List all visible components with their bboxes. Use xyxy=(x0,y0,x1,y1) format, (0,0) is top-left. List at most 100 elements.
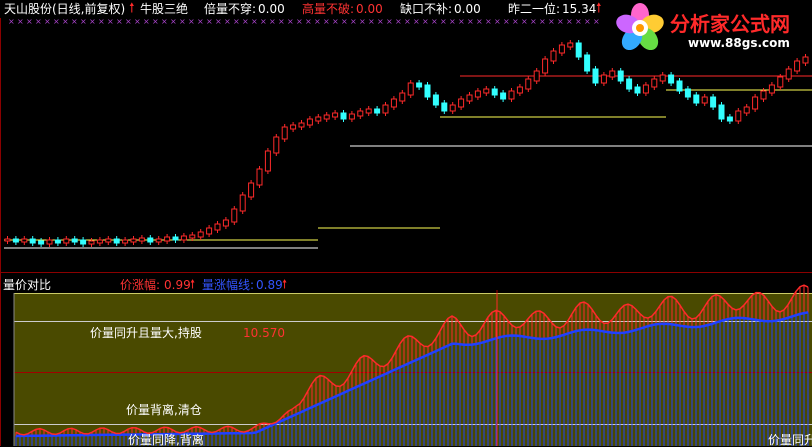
x-mark: × xyxy=(512,17,519,26)
x-mark: × xyxy=(152,17,159,26)
x-mark: × xyxy=(71,17,78,26)
candle-body xyxy=(88,240,95,245)
x-mark: × xyxy=(98,17,105,26)
candle-body xyxy=(172,236,179,241)
candle-body xyxy=(155,238,162,243)
candle-body xyxy=(474,90,481,98)
candle-body xyxy=(726,116,733,122)
candle-body xyxy=(718,104,725,120)
x-mark: × xyxy=(440,17,447,26)
note-hold: 价量同升且量大,持股 xyxy=(90,326,202,340)
candle-body xyxy=(399,92,406,102)
candle-body xyxy=(743,106,750,114)
x-mark: × xyxy=(161,17,168,26)
candle-body xyxy=(365,108,372,114)
candle-body xyxy=(290,124,297,130)
x-mark: × xyxy=(431,17,438,26)
candle-body xyxy=(676,80,683,92)
candle-body xyxy=(794,60,801,72)
candle-body xyxy=(752,96,759,110)
candle-body xyxy=(600,74,607,84)
candle-body xyxy=(558,44,565,54)
candle-body xyxy=(668,74,675,84)
x-mark: × xyxy=(323,17,330,26)
x-mark: × xyxy=(107,17,114,26)
candle-body xyxy=(4,238,11,242)
x-mark: × xyxy=(251,17,258,26)
candle-body xyxy=(483,88,490,94)
x-mark: × xyxy=(386,17,393,26)
candle-body xyxy=(357,110,364,117)
x-mark: × xyxy=(233,17,240,26)
red-up-arrow-icon: 🠕 xyxy=(190,277,196,291)
candle-body xyxy=(298,122,305,128)
candle-body xyxy=(206,227,213,235)
x-mark: × xyxy=(8,17,15,26)
x-mark: × xyxy=(80,17,87,26)
candle-body xyxy=(122,239,129,244)
candle-body xyxy=(458,98,465,108)
x-mark: × xyxy=(134,17,141,26)
x-mark: × xyxy=(350,17,357,26)
candle-body xyxy=(54,239,61,244)
x-mark: × xyxy=(44,17,51,26)
candle-body xyxy=(592,68,599,84)
candle-body xyxy=(222,219,229,227)
candle-body xyxy=(21,238,28,243)
chart-window[interactable]: 天山股份(日线,前复权) 🠕 牛股三绝 倍量不穿: 0.00 高量不破: 0.0… xyxy=(0,0,812,447)
candle-body xyxy=(264,150,271,172)
candle-body xyxy=(306,118,313,126)
candle-body xyxy=(584,54,591,72)
x-mark: × xyxy=(278,17,285,26)
candle-body xyxy=(113,238,120,244)
x-mark: × xyxy=(404,17,411,26)
red-up-arrow-icon: 🠕 xyxy=(282,277,288,291)
x-mark: × xyxy=(287,17,294,26)
candle-body xyxy=(315,116,322,122)
candle-body xyxy=(214,223,221,231)
x-mark: × xyxy=(539,17,546,26)
candle-body xyxy=(432,94,439,106)
x-mark: × xyxy=(395,17,402,26)
candle-body xyxy=(197,231,204,238)
candle-body xyxy=(424,84,431,98)
note-bottom-right: 价量同升 xyxy=(768,433,812,447)
candle-body xyxy=(180,235,187,241)
candle-body xyxy=(71,238,78,243)
candle-body xyxy=(105,238,112,243)
x-mark: × xyxy=(53,17,60,26)
x-mark: × xyxy=(530,17,537,26)
x-mark: × xyxy=(566,17,573,26)
x-mark: × xyxy=(548,17,555,26)
candle-body xyxy=(609,70,616,78)
candle-body xyxy=(416,82,423,88)
x-mark: × xyxy=(35,17,42,26)
candle-body xyxy=(542,58,549,74)
x-mark: × xyxy=(314,17,321,26)
candle-body xyxy=(684,88,691,98)
price-chart[interactable]: × × × × × × × × × × × × × × × × × × × × × × × × × × × × × × × × × × × × × × × ×… xyxy=(0,0,812,446)
series2-value: 0.89 xyxy=(256,278,283,292)
x-mark: × xyxy=(260,17,267,26)
candle-body xyxy=(617,70,624,82)
candle-body xyxy=(651,78,658,88)
candle-body xyxy=(189,234,196,239)
candle-body xyxy=(407,82,414,96)
candle-body xyxy=(508,90,515,100)
note-value: 10.570 xyxy=(243,326,285,340)
series1-label: 价涨幅: xyxy=(120,278,161,292)
x-mark: × xyxy=(413,17,420,26)
candle-body xyxy=(12,238,19,243)
candle-body xyxy=(768,84,775,94)
candle-body xyxy=(130,238,137,243)
candle-body xyxy=(634,86,641,94)
candle-body xyxy=(777,76,784,88)
logo-url: www.88gs.com xyxy=(688,36,790,50)
x-mark: × xyxy=(593,17,600,26)
candle-body xyxy=(802,56,809,64)
volume-title: 量价对比 xyxy=(3,278,52,292)
candle-body xyxy=(38,240,45,245)
candle-body xyxy=(46,239,53,245)
candle-body xyxy=(500,92,507,100)
candle-body xyxy=(659,74,666,82)
